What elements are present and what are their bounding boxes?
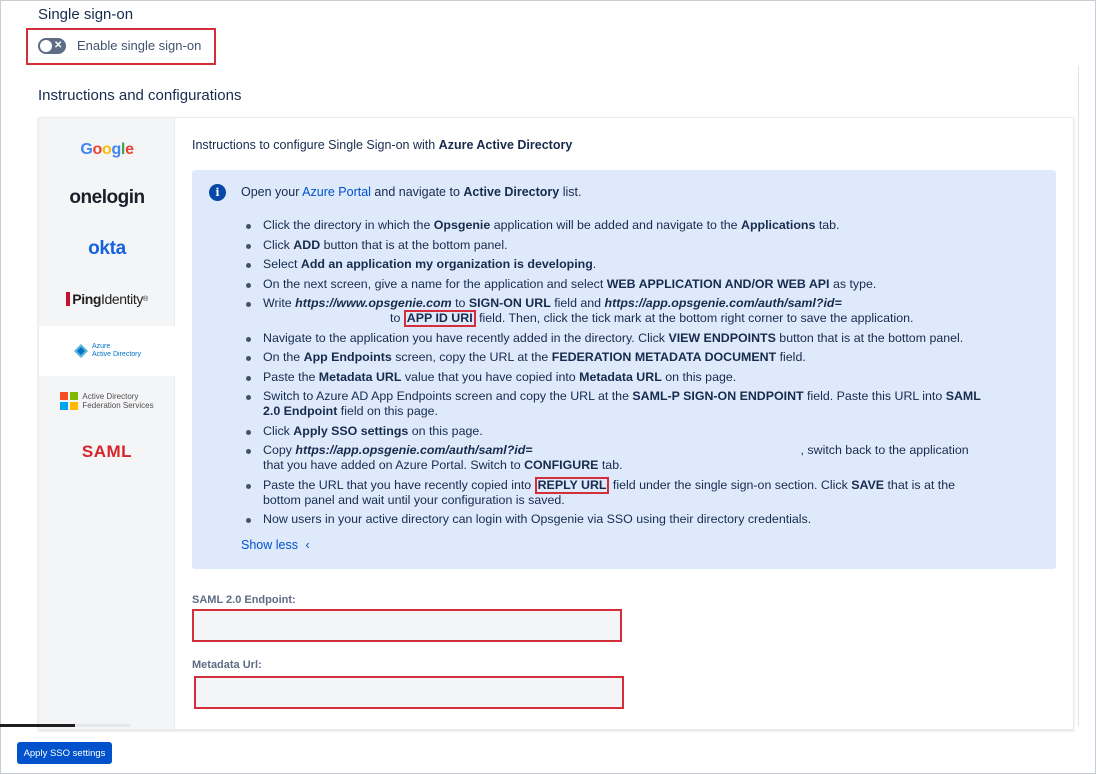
saml-endpoint-label: SAML 2.0 Endpoint: [192,594,296,606]
enable-sso-label: Enable single sign-on [77,38,202,53]
open-text: Open your [241,185,303,199]
provider-azure-ad[interactable]: Azure Active Directory [39,326,175,376]
sso-section-title: Single sign-on [38,6,134,23]
provider-onelogin[interactable]: onelogin [39,173,175,223]
show-less-label: Show less [241,538,298,552]
list-item: Click ADD button that is at the bottom p… [244,238,1044,253]
provider-okta[interactable]: okta [39,224,175,274]
google-letter-6: e [125,141,134,158]
toggle-knob [40,40,52,52]
provider-google[interactable]: Google [39,125,175,175]
enable-sso-toggle[interactable]: ✕ [38,38,66,54]
provider-list: Google onelogin okta Ping Identity ® Azure… [39,118,175,729]
list-item: Write https://www.opsgenie.com to SIGN-O… [244,296,1044,327]
adfs-logo: Active Directory Federation Services [60,392,154,410]
toggle-off-icon: ✕ [54,40,63,51]
instructions-panel: Google onelogin okta Ping Identity ® Azure… [38,117,1074,730]
provider-adfs[interactable]: Active Directory Federation Services [39,376,175,426]
azure-portal-link[interactable]: Azure Portal [302,185,371,199]
content-divider [1078,66,1079,726]
azure-ad-line2: Active Directory [91,351,141,358]
adfs-line2: Federation Services [82,401,154,410]
onelogin-logo: onelogin [69,187,145,208]
list-item: Copy https://app.opsgenie.com/auth/saml?… [244,443,1044,473]
open-text-3: list. [559,185,582,199]
list-item: On the App Endpoints screen, copy the UR… [244,350,1044,365]
list-item: Paste the Metadata URL value that you ha… [244,370,1044,385]
windows-icon [60,392,79,410]
list-item: Paste the URL that you have recently cop… [244,476,1044,508]
reply-url-highlight: REPLY URL [534,476,610,494]
show-less-link[interactable]: Show less ‹ [241,538,310,552]
azure-ad-logo: Azure Active Directory [73,343,141,359]
open-portal-line: Open your Azure Portal and navigate to A… [241,185,581,199]
instructions-section-title: Instructions and configurations [38,87,242,104]
provider-pingidentity[interactable]: Ping Identity ® [39,274,175,324]
metadata-url-input[interactable] [194,676,624,709]
saml-logo: SAML [81,442,133,461]
azure-ad-line1: Azure [91,343,111,350]
metadata-url-label: Metadata Url: [192,659,262,671]
list-item: Navigate to the application you have rec… [244,331,1044,346]
google-letter-4: g [111,141,121,158]
okta-logo: okta [88,238,126,259]
ping-name-light: Identity [101,291,143,307]
google-letter-2: o [92,141,102,158]
ping-name: Ping [72,291,101,307]
apply-sso-settings-button[interactable]: Apply SSO settings [17,742,112,764]
list-item: On the next screen, give a name for the … [244,277,1044,292]
list-item: Click Apply SSO settings on this page. [244,424,1044,439]
list-item: Now users in your active directory can l… [244,512,1044,527]
chevron-left-icon: ‹ [305,538,310,552]
intro-text: Instructions to configure Single Sign-on… [192,138,439,152]
provider-saml[interactable]: SAML [39,427,175,477]
instruction-steps: Click the directory in which the Opsgeni… [244,218,1044,532]
pingidentity-logo: Ping Identity ® [66,291,148,307]
list-item: Switch to Azure AD App Endpoints screen … [244,389,1044,419]
google-logo: Google [80,141,134,159]
list-item: Select Add an application my organizatio… [244,257,1044,272]
intro-provider: Azure Active Directory [438,138,573,152]
saml-endpoint-input[interactable] [192,609,622,642]
adfs-line1: Active Directory [82,392,139,401]
open-text-2: and navigate to [370,185,464,199]
instructions-infobox: i Open your Azure Portal and navigate to… [192,170,1056,569]
app-id-uri-highlight: APP ID URI [403,310,476,327]
google-letter-3: o [101,141,112,158]
google-letter-1: G [80,141,93,158]
open-bold: Active Directory [463,185,560,199]
ping-mark-icon [66,292,71,306]
list-item: Click the directory in which the Opsgeni… [244,218,1044,233]
ping-trademark: ® [142,295,148,303]
instructions-intro: Instructions to configure Single Sign-on… [192,138,572,152]
info-icon: i [209,184,226,201]
azure-ad-icon [73,344,88,358]
scrollbar-thumb[interactable] [0,724,75,727]
